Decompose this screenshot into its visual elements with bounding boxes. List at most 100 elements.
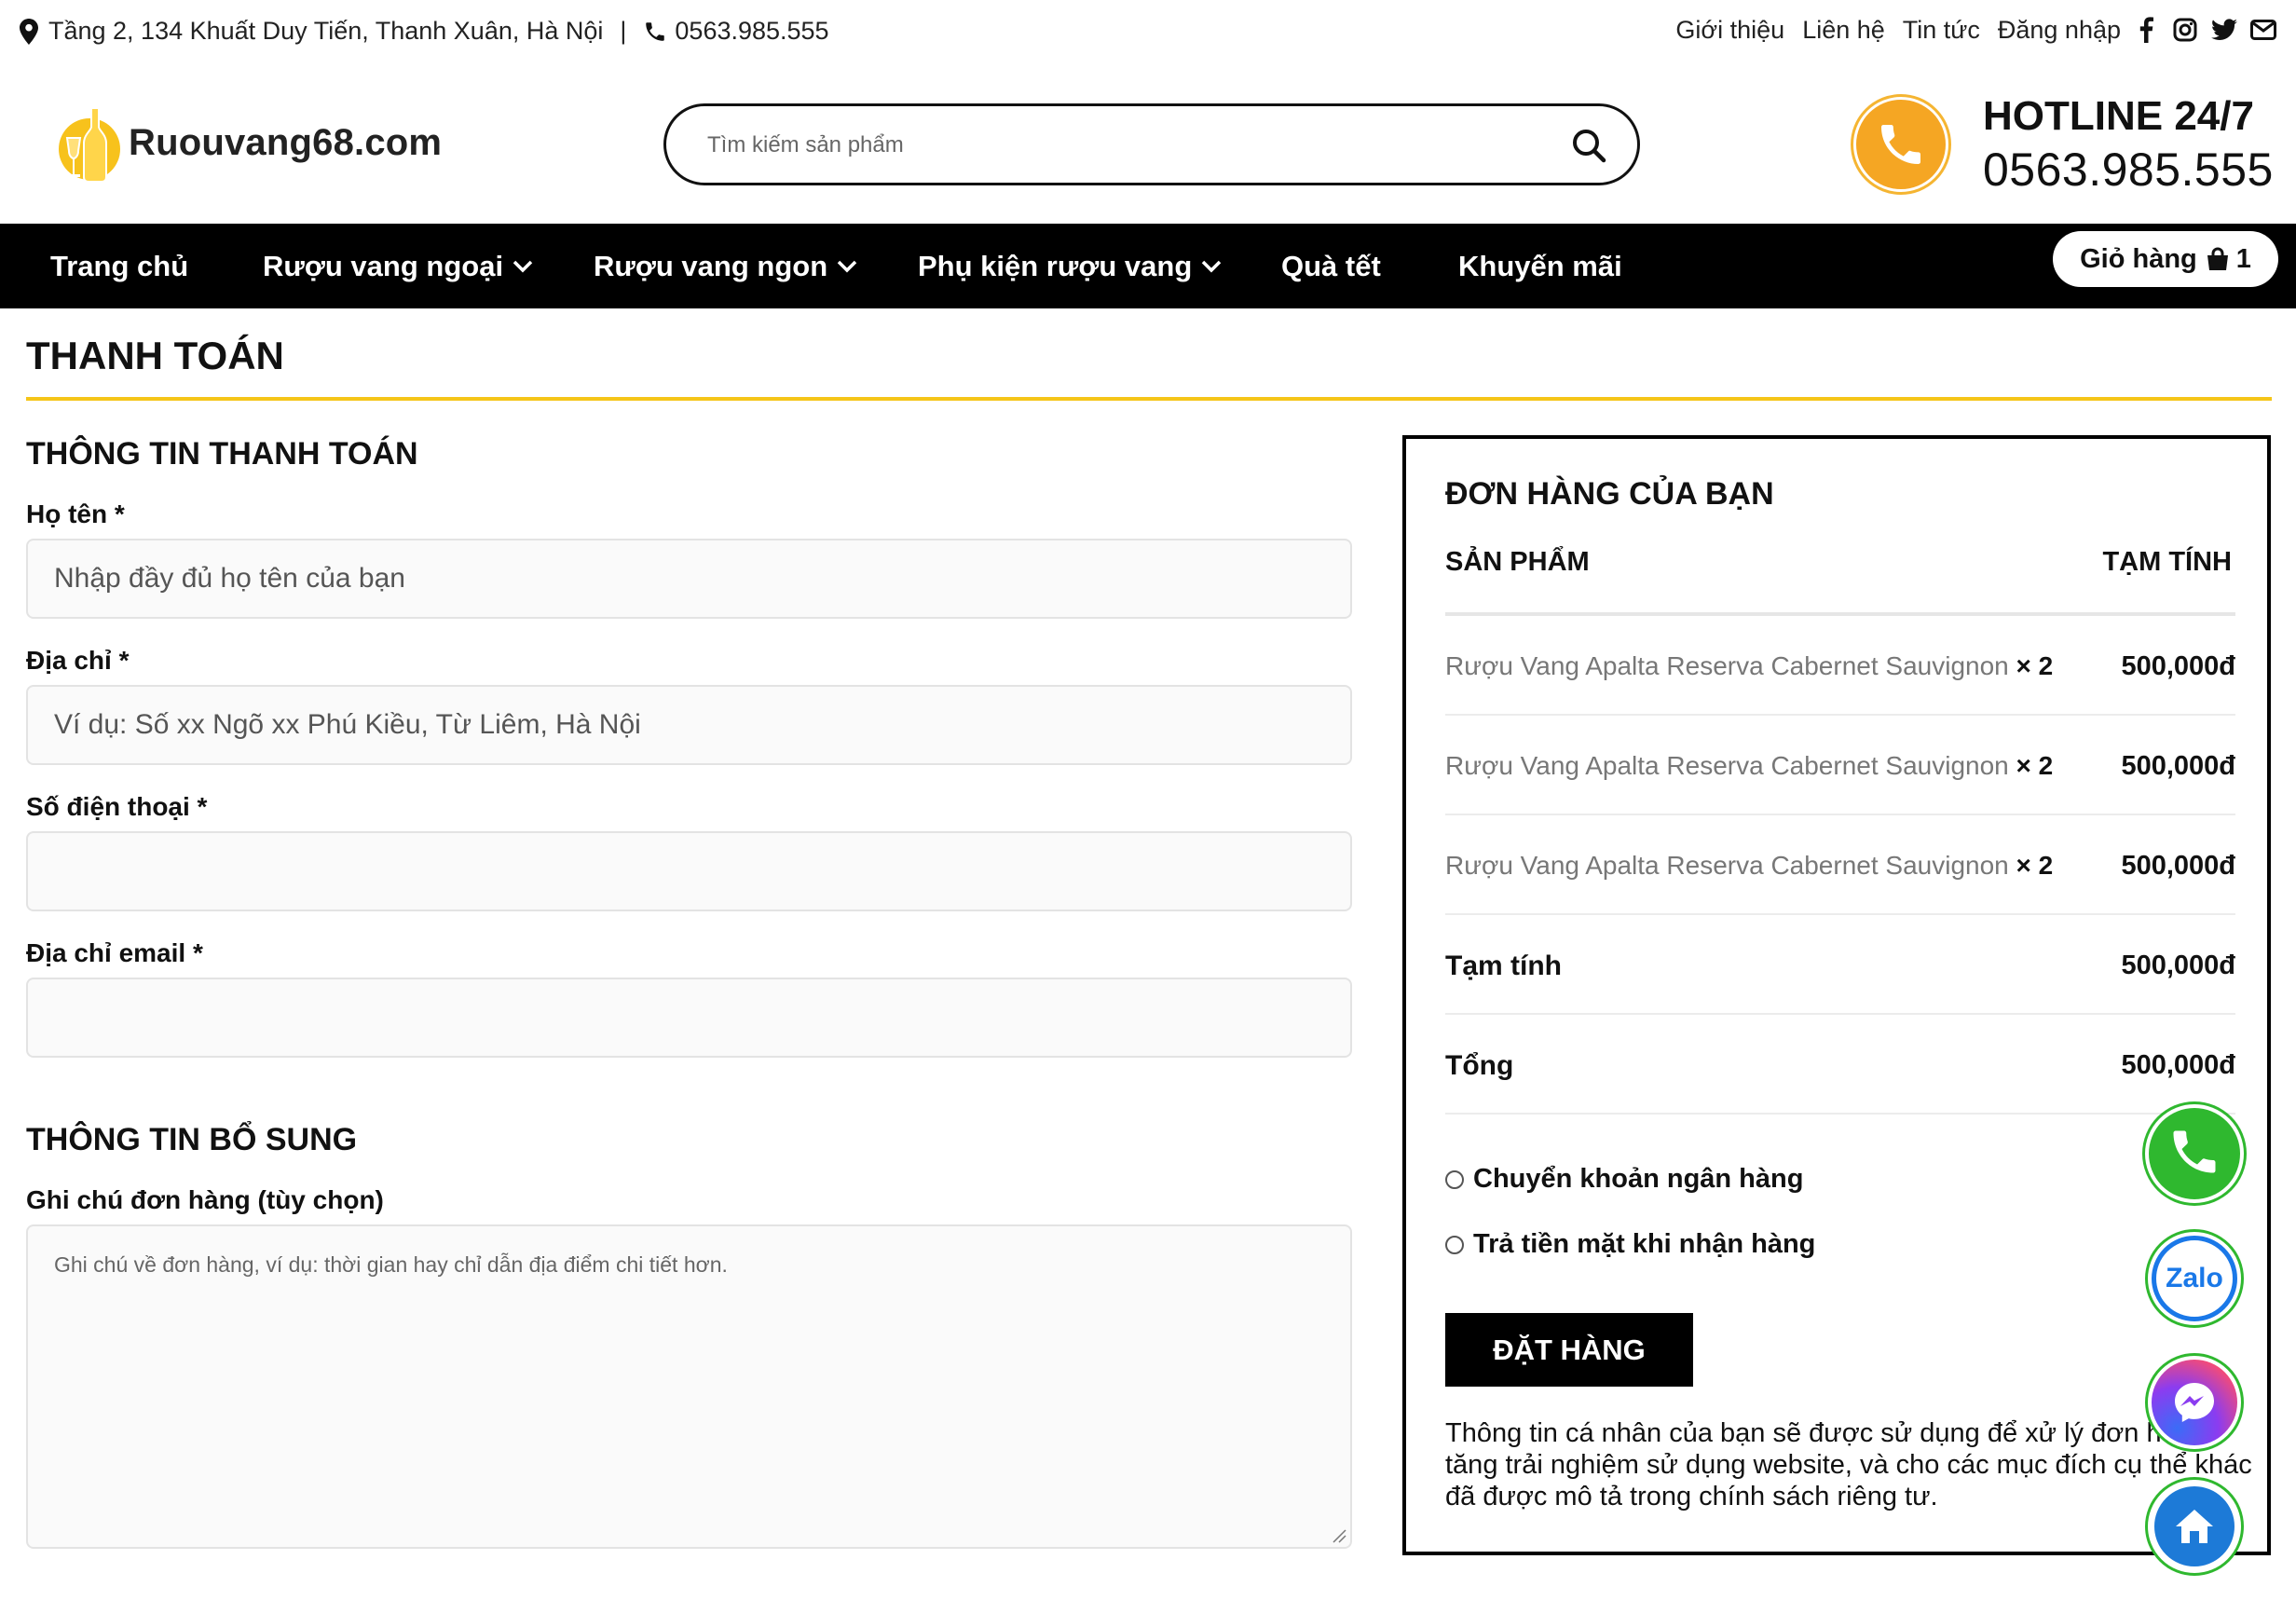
phone-field[interactable]	[28, 833, 1350, 910]
chevron-down-icon	[837, 260, 857, 273]
order-summary: ĐƠN HÀNG CỦA BẠN SẢN PHẨM TẠM TÍNH Rượu …	[1402, 435, 2271, 1555]
hotline: HOTLINE 24/7 0563.985.555	[1983, 91, 2274, 198]
link-tin-tuc[interactable]: Tin tức	[1903, 16, 1980, 45]
map-pin-icon	[17, 18, 41, 46]
order-item-qty: × 2	[2016, 651, 2054, 680]
zalo-label: Zalo	[2166, 1263, 2223, 1293]
order-item-row: Rượu Vang Apalta Reserva Cabernet Sauvig…	[1445, 716, 2235, 815]
messenger-button[interactable]	[2145, 1353, 2244, 1452]
link-gioi-thieu[interactable]: Giới thiệu	[1675, 16, 1784, 45]
order-item-row: Rượu Vang Apalta Reserva Cabernet Sauvig…	[1445, 815, 2235, 915]
nav-label: Rượu vang ngoại	[263, 249, 504, 282]
cart-button[interactable]: Giỏ hàng 1	[2053, 231, 2278, 287]
order-notes-field[interactable]	[28, 1226, 1350, 1547]
top-links: Giới thiệu Liên hệ Tin tức Đăng nhập	[1658, 15, 2277, 45]
site-logo[interactable]: Ruouvang68.com	[54, 103, 442, 183]
order-title: ĐƠN HÀNG CỦA BẠN	[1445, 476, 1774, 512]
call-button[interactable]	[2145, 1104, 2244, 1203]
link-lien-he[interactable]: Liên hệ	[1802, 16, 1885, 45]
subtotal-label: Tạm tính	[1445, 951, 1562, 981]
chevron-down-icon	[1201, 260, 1222, 273]
order-item-name[interactable]: Rượu Vang Apalta Reserva Cabernet Sauvig…	[1445, 851, 2009, 880]
resize-handle-icon[interactable]	[1330, 1526, 1346, 1543]
chevron-down-icon	[512, 260, 533, 273]
order-item-row: Rượu Vang Apalta Reserva Cabernet Sauvig…	[1445, 616, 2235, 716]
nav-item-ruou-vang-ngon[interactable]: Rượu vang ngon	[594, 224, 857, 308]
nav-label: Phụ kiện rượu vang	[918, 249, 1193, 282]
wine-bottle-logo-icon	[54, 103, 123, 183]
zalo-button[interactable]: Zalo	[2145, 1229, 2244, 1328]
order-item-qty: × 2	[2016, 751, 2054, 780]
search-icon[interactable]	[1568, 125, 1609, 166]
order-item-name-wrap: Rượu Vang Apalta Reserva Cabernet Sauvig…	[1445, 651, 2053, 681]
logo-text: Ruouvang68.com	[129, 121, 443, 163]
total-label: Tổng	[1445, 1050, 1514, 1081]
privacy-notice: Thông tin cá nhân của bạn sẽ được sử dụn…	[1445, 1418, 2252, 1511]
top-bar: Tầng 2, 134 Khuất Duy Tiến, Thanh Xuân, …	[0, 0, 2296, 63]
order-item-name[interactable]: Rượu Vang Apalta Reserva Cabernet Sauvig…	[1445, 651, 2009, 680]
messenger-icon	[2152, 1360, 2237, 1445]
twitter-icon[interactable]	[2210, 15, 2238, 45]
nav-item-trang-chu[interactable]: Trang chủ	[50, 224, 188, 308]
name-field[interactable]	[28, 540, 1350, 617]
order-item-price: 500,000đ	[2121, 851, 2235, 881]
nav-label: Khuyến mãi	[1458, 249, 1622, 282]
title-divider	[26, 397, 2272, 401]
payment-option-bank-transfer[interactable]: Chuyển khoản ngân hàng	[1445, 1164, 1803, 1195]
instagram-icon[interactable]	[2171, 15, 2199, 45]
phone-label: Số điện thoại *	[26, 792, 208, 821]
nav-item-qua-tet[interactable]: Quà tết	[1281, 224, 1381, 308]
radio-cod[interactable]	[1445, 1235, 1464, 1254]
order-item-price: 500,000đ	[2121, 751, 2235, 781]
order-item-price: 500,000đ	[2121, 651, 2235, 681]
phone-field-wrap	[26, 831, 1352, 911]
hotline-phone-icon[interactable]	[1851, 94, 1951, 195]
radio-bank-transfer[interactable]	[1445, 1169, 1464, 1189]
nav-item-phu-kien[interactable]: Phụ kiện rượu vang	[918, 224, 1222, 308]
email-field[interactable]	[28, 979, 1350, 1056]
billing-section-title: THÔNG TIN THANH TOÁN	[26, 436, 418, 472]
notes-field-wrap	[26, 1224, 1352, 1549]
order-item-qty: × 2	[2016, 851, 2054, 880]
store-address: Tầng 2, 134 Khuất Duy Tiến, Thanh Xuân, …	[48, 17, 604, 45]
hotline-number[interactable]: 0563.985.555	[1983, 142, 2274, 198]
additional-section-title: THÔNG TIN BỔ SUNG	[26, 1122, 358, 1157]
subtotal-value: 500,000đ	[2121, 951, 2235, 980]
nav-item-khuyen-mai[interactable]: Khuyến mãi	[1458, 224, 1622, 308]
email-field-wrap	[26, 978, 1352, 1058]
facebook-icon[interactable]	[2132, 15, 2160, 45]
address-field[interactable]	[28, 687, 1350, 763]
order-col-product: SẢN PHẨM	[1445, 547, 1590, 577]
total-row: Tổng 500,000đ	[1445, 1015, 2235, 1115]
zalo-icon: Zalo	[2152, 1236, 2237, 1321]
payment-label: Chuyển khoản ngân hàng	[1473, 1164, 1804, 1194]
top-phone[interactable]: 0563.985.555	[675, 17, 828, 46]
phone-small-icon	[643, 18, 667, 46]
cart-label: Giỏ hàng	[2080, 243, 2197, 274]
name-field-wrap	[26, 539, 1352, 619]
link-dang-nhap[interactable]: Đăng nhập	[1998, 16, 2121, 45]
home-button[interactable]	[2145, 1477, 2244, 1576]
hotline-label: HOTLINE 24/7	[1983, 93, 2254, 139]
search-bar	[663, 103, 1640, 185]
notes-label: Ghi chú đơn hàng (tùy chọn)	[26, 1185, 384, 1214]
order-col-subtotal: TẠM TÍNH	[2102, 547, 2232, 577]
subtotal-row: Tạm tính 500,000đ	[1445, 915, 2235, 1015]
order-item-name-wrap: Rượu Vang Apalta Reserva Cabernet Sauvig…	[1445, 851, 2053, 881]
order-item-name[interactable]: Rượu Vang Apalta Reserva Cabernet Sauvig…	[1445, 751, 2009, 780]
place-order-button[interactable]: ĐẶT HÀNG	[1445, 1313, 1693, 1387]
search-input[interactable]	[707, 125, 1546, 166]
top-separator: |	[620, 17, 627, 45]
top-contact: Tầng 2, 134 Khuất Duy Tiến, Thanh Xuân, …	[17, 17, 829, 46]
total-value: 500,000đ	[2121, 1050, 2235, 1080]
page-title: THANH TOÁN	[26, 334, 284, 377]
mail-icon[interactable]	[2249, 15, 2277, 45]
email-label: Địa chỉ email *	[26, 938, 203, 967]
main-nav: Trang chủ Rượu vang ngoại Rượu vang ngon…	[0, 224, 2296, 308]
home-icon	[2152, 1484, 2237, 1569]
nav-item-ruou-vang-ngoai[interactable]: Rượu vang ngoại	[263, 224, 533, 308]
cart-count: 1	[2235, 243, 2251, 274]
address-label: Địa chỉ *	[26, 646, 130, 675]
order-item-name-wrap: Rượu Vang Apalta Reserva Cabernet Sauvig…	[1445, 751, 2053, 781]
payment-option-cod[interactable]: Trả tiền mặt khi nhận hàng	[1445, 1229, 1815, 1260]
